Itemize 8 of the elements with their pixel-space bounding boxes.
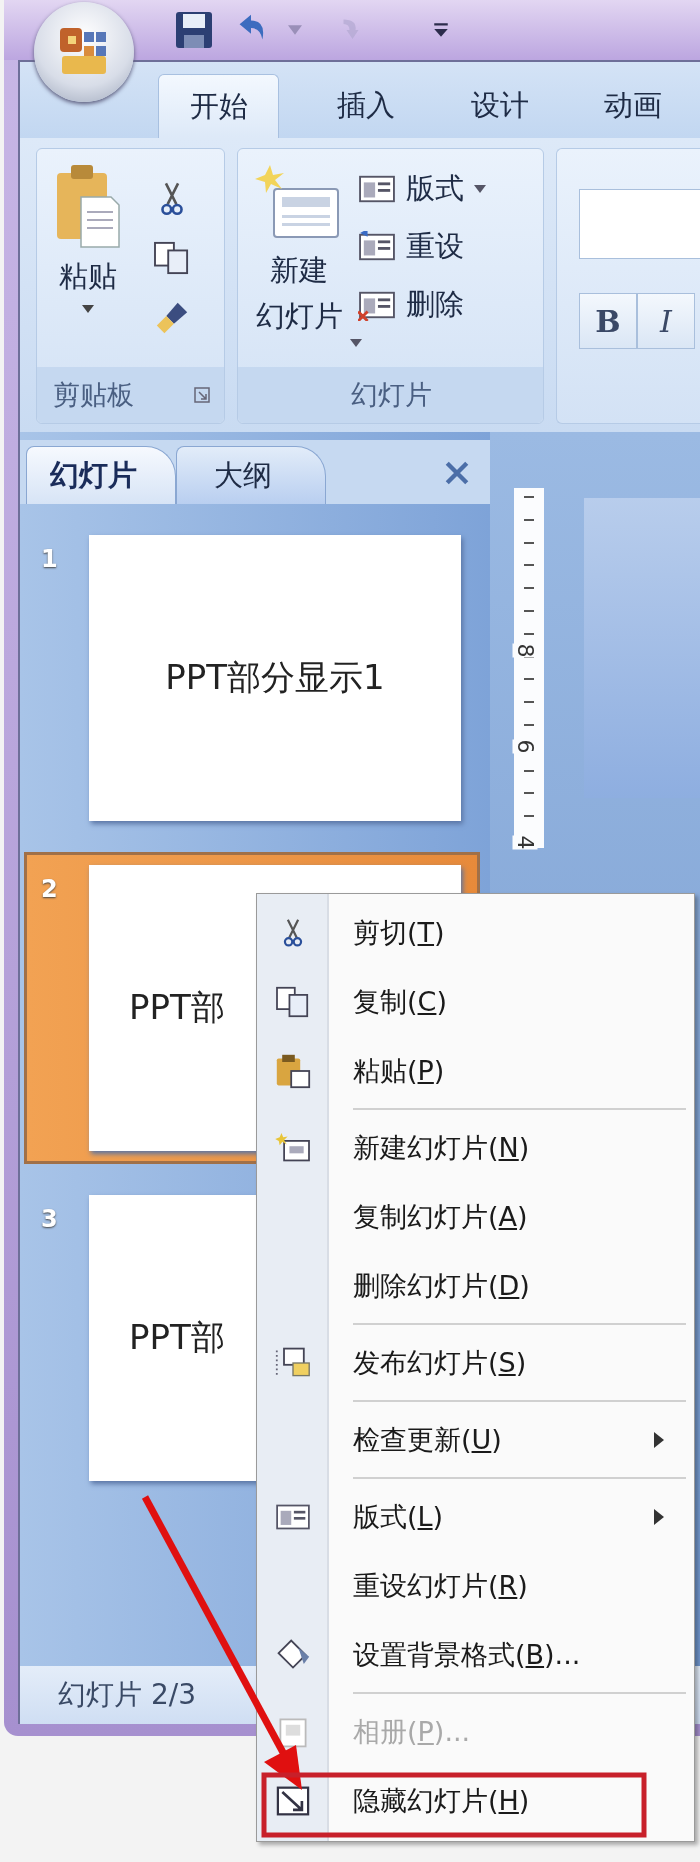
status-text: 幻灯片 2/3 — [58, 1677, 196, 1713]
vertical-ruler: 8 6 4 — [514, 488, 544, 848]
slide-number: 3 — [41, 1204, 59, 1235]
button-label: 新建 幻灯片 — [255, 252, 343, 335]
slide-number: 2 — [41, 874, 59, 905]
group-label: 剪贴板 — [53, 378, 134, 412]
slide-number: 1 — [41, 544, 59, 575]
group-label: 幻灯片 — [351, 378, 433, 412]
